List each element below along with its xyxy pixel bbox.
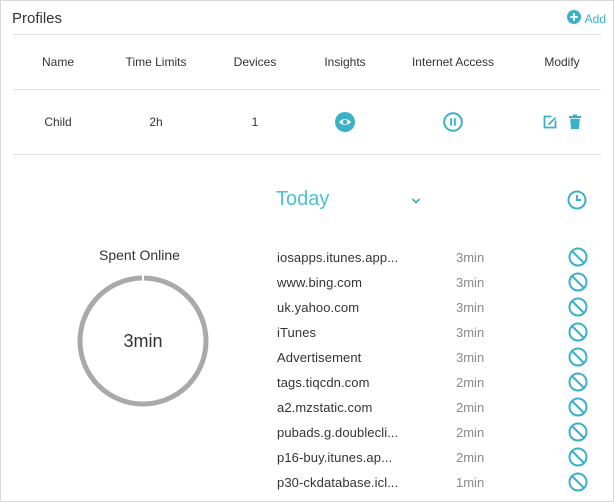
plus-circle-icon xyxy=(566,10,585,27)
site-name: p30-ckdatabase.icl... xyxy=(277,475,399,490)
site-name: p16-buy.itunes.ap... xyxy=(277,450,393,465)
site-time: 2min xyxy=(456,400,485,415)
site-name: iosapps.itunes.app... xyxy=(277,250,399,265)
block-icon[interactable] xyxy=(568,322,588,345)
edit-icon[interactable] xyxy=(542,114,558,130)
site-time: 2min xyxy=(456,450,485,465)
spent-online-value: 3min xyxy=(123,330,163,351)
site-name: uk.yahoo.com xyxy=(277,300,360,315)
divider xyxy=(13,89,601,90)
list-item: www.bing.com 3min xyxy=(277,270,597,295)
divider xyxy=(13,34,601,35)
site-time: 2min xyxy=(456,375,485,390)
site-time: 3min xyxy=(456,300,485,315)
pause-icon[interactable] xyxy=(443,112,463,132)
list-item: iosapps.itunes.app... 3min xyxy=(277,245,597,270)
panel-header: Profiles Add xyxy=(1,1,613,35)
period-selector[interactable]: Today xyxy=(276,188,329,211)
list-item: Advertisement 3min xyxy=(277,345,597,370)
list-item: pubads.g.doublecli... 2min xyxy=(277,420,597,445)
column-header-time-limits: Time Limits xyxy=(125,55,187,69)
block-icon[interactable] xyxy=(568,372,588,395)
site-time: 3min xyxy=(456,350,485,365)
site-usage-list: iosapps.itunes.app... 3min www.bing.com 3mi… xyxy=(277,245,597,495)
list-item: tags.tiqcdn.com 2min xyxy=(277,370,597,395)
profiles-panel: Profiles Add Name Time Limits Devices In… xyxy=(0,0,614,502)
column-header-modify: Modify xyxy=(544,55,580,69)
block-icon[interactable] xyxy=(568,472,588,495)
column-header-insights: Insights xyxy=(324,55,366,69)
block-icon[interactable] xyxy=(568,422,588,445)
block-icon[interactable] xyxy=(568,272,588,295)
site-time: 3min xyxy=(456,275,485,290)
site-name: www.bing.com xyxy=(277,275,363,290)
site-time: 2min xyxy=(456,425,485,440)
chevron-down-icon[interactable] xyxy=(410,194,422,212)
column-header-internet-access: Internet Access xyxy=(411,55,495,69)
trash-icon[interactable] xyxy=(568,114,582,130)
site-name: pubads.g.doublecli... xyxy=(277,425,399,440)
list-item: iTunes 3min xyxy=(277,320,597,345)
block-icon[interactable] xyxy=(568,347,588,370)
block-icon[interactable] xyxy=(568,447,588,470)
site-name: iTunes xyxy=(277,325,317,340)
profile-devices: 1 xyxy=(251,115,259,129)
divider xyxy=(13,154,601,155)
spent-online-label: Spent Online xyxy=(99,247,180,263)
table-header: Name Time Limits Devices Insights Intern… xyxy=(13,55,601,71)
site-name: tags.tiqcdn.com xyxy=(277,375,370,390)
column-header-devices: Devices xyxy=(233,55,277,69)
site-time: 3min xyxy=(456,325,485,340)
list-item: p16-buy.itunes.ap... 2min xyxy=(277,445,597,470)
profile-time-limit: 2h xyxy=(149,115,163,129)
site-time: 3min xyxy=(456,250,485,265)
panel-title: Profiles xyxy=(12,10,63,27)
block-icon[interactable] xyxy=(568,397,588,420)
site-time: 1min xyxy=(456,475,485,490)
list-item: uk.yahoo.com 3min xyxy=(277,295,597,320)
site-name: a2.mzstatic.com xyxy=(277,400,373,415)
block-icon[interactable] xyxy=(568,297,588,320)
site-name: Advertisement xyxy=(277,350,362,365)
list-item: p30-ckdatabase.icl... 1min xyxy=(277,470,597,495)
profile-name: Child xyxy=(44,115,72,129)
column-header-name: Name xyxy=(41,55,75,69)
table-row: Child 2h 1 xyxy=(13,104,601,140)
eye-icon[interactable] xyxy=(335,112,355,132)
history-clock-icon[interactable] xyxy=(567,190,587,215)
add-profile-button[interactable]: Add xyxy=(566,10,606,27)
list-item: a2.mzstatic.com 2min xyxy=(277,395,597,420)
add-profile-label: Add xyxy=(584,11,606,26)
block-icon[interactable] xyxy=(568,247,588,270)
